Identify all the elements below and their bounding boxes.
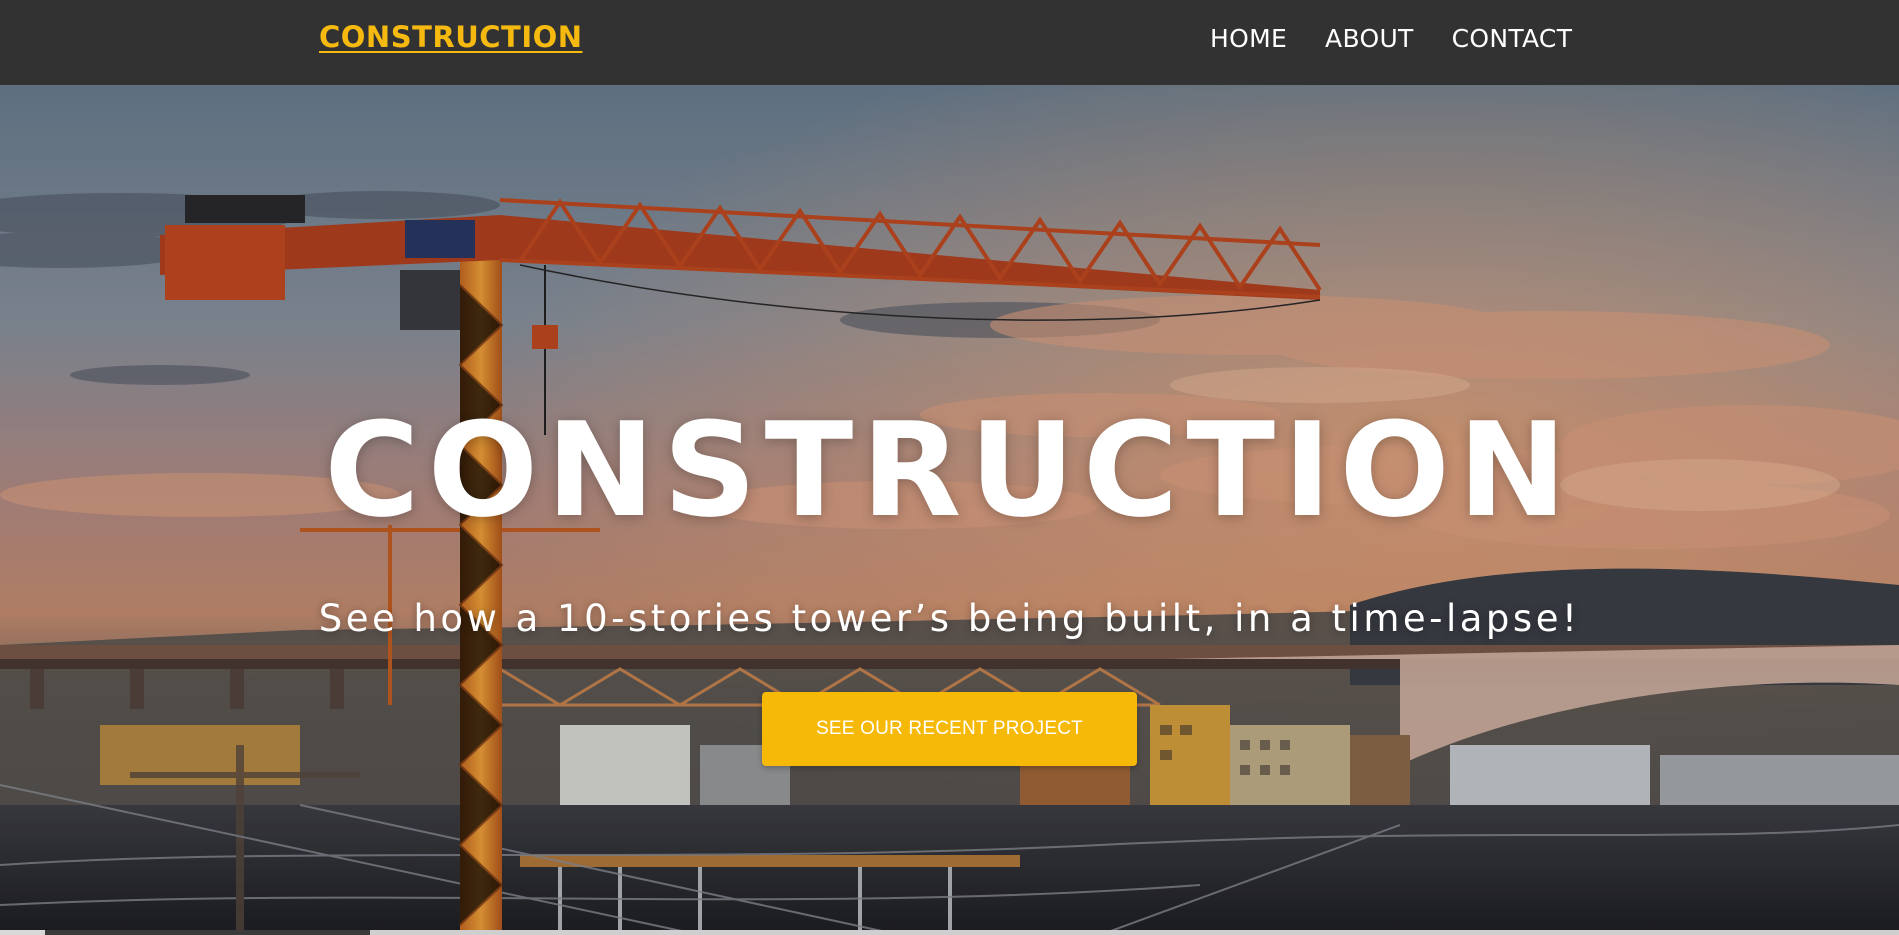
nav-home-link[interactable]: HOME: [1210, 24, 1287, 53]
nav-links: HOME ABOUT CONTACT: [1210, 24, 1572, 53]
hero-title: CONSTRUCTION: [324, 394, 1575, 546]
nav-about-link[interactable]: ABOUT: [1325, 24, 1414, 53]
brand-logo-link[interactable]: CONSTRUCTION: [319, 20, 583, 54]
top-navbar: CONSTRUCTION HOME ABOUT CONTACT: [0, 0, 1899, 85]
see-recent-project-button[interactable]: SEE OUR RECENT PROJECT: [762, 692, 1137, 766]
page-bottom-edge: [0, 930, 1899, 935]
hero-section: CONSTRUCTION See how a 10-stories tower’…: [0, 85, 1899, 935]
hero-subtitle: See how a 10-stories tower’s being built…: [318, 597, 1581, 640]
nav-contact-link[interactable]: CONTACT: [1452, 24, 1573, 53]
